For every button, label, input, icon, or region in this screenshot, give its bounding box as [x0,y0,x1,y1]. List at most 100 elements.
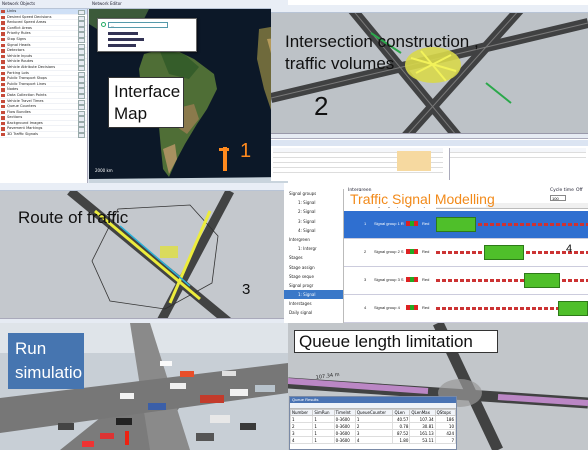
signal-row[interactable]: 3 Signal group 3 S Red [344,267,588,295]
green-phase-bar[interactable] [524,273,560,288]
table-cell: 40.57 [392,415,411,423]
table-cell: 10 [434,422,457,430]
panel-number-3: 3 [242,281,251,298]
green-phase-bar[interactable] [558,301,588,316]
table-row[interactable]: 2 1 0-3600 2 0.78 30.81 10 [289,422,457,430]
tree-item[interactable]: 1: Signal [284,290,343,300]
signal-row-name: Signal group 3 S [374,277,404,282]
signal-row-no: 4 [364,305,367,310]
caption-line-1: Run [15,339,47,358]
table-cell: 1 [312,429,335,437]
attribute-lists [271,133,588,181]
red-label: Red [422,305,430,310]
tree-item[interactable]: Interstages [284,299,343,308]
tree-item[interactable]: 3: Signal [284,217,343,226]
tree-item[interactable]: Stage seque [284,272,343,281]
table-cell: 1 [312,415,335,423]
table-cell: 0-3600 [333,436,356,444]
caption-run-simulation: Run simulatio [15,337,82,385]
tree-item[interactable]: 2: Signal [284,207,343,216]
signal-row-name: Signal group 4 [374,305,400,310]
table-cell: 1 [289,415,314,423]
panel-signal-modelling: Signal groups 1: Signal 2: Signal 3: Signal… [284,183,588,323]
panel-intersection-construction: Intersection construction , traffic volu… [271,5,588,181]
queue-results-window: Queue Results Number SimRun TimeInt QueueCo… [289,396,457,450]
table-cell: 30.81 [409,422,436,430]
network-view[interactable]: Intersection construction , traffic volu… [271,5,588,157]
table-cell: 4 [354,436,394,444]
signal-row-no: 2 [364,249,367,254]
signal-row-no: 3 [364,277,367,282]
table-cell: 1 [312,422,335,430]
cycle-time-label: Cycle time [550,188,574,193]
queue-results-table[interactable]: Number SimRun TimeInt QueueCounter QLen QLenM… [289,409,457,444]
signal-sequence-icon [406,221,418,226]
red-label: Red [422,277,430,282]
table-cell: 3 [354,429,394,437]
window-title-network-objects: Network Objects [2,1,36,6]
table-cell: 1 [354,415,394,423]
search-result-2[interactable] [108,37,144,42]
caption-line-2: traffic volumes [285,54,395,73]
tree-item[interactable]: 1: Intergr [284,244,343,253]
caption-line-2: simulatio [15,363,83,382]
window-title-network-editor: Network Editor [92,1,122,6]
detail-list[interactable] [449,148,586,180]
toolbar [271,5,588,18]
caption-line-1: Intersection construction , [285,32,479,51]
tree-item[interactable]: Signal groups [284,189,343,198]
caption-route-of-traffic: Route of traffic [18,208,129,227]
tree-item[interactable]: Signal progr [284,281,343,290]
signal-row[interactable]: 2 Signal group 2 S Red [344,239,588,267]
table-cell: 4 [289,436,314,444]
search-result-1[interactable] [108,31,138,36]
search-icon [101,22,106,27]
table-cell: 1.80 [392,436,411,444]
tree-item[interactable]: Stage assign [284,263,343,272]
tree-item[interactable]: Daily signal [284,308,343,317]
network-objects-sidebar: Links Desired Speed Decisions Reduced Spee… [0,9,88,185]
caption-queue-length: Queue length limitation [294,330,498,353]
cycle-time-input[interactable]: 100 [550,195,566,201]
table-cell: 0-3600 [333,429,356,437]
green-phase-bar[interactable] [436,217,476,232]
red-label: Red [422,221,430,226]
table-row[interactable]: 1 1 0-3600 1 40.57 107.34 186 [289,415,457,423]
sidebar-item[interactable]: 3D Traffic Signals [0,132,87,139]
caption-interface-map: Interface Map [108,77,184,128]
map-scale: 2000 km [95,168,113,173]
off-label: Off [576,188,583,193]
search-popup: ... [97,18,197,52]
table-row[interactable]: 4 1 0-3600 4 1.80 53.11 7 [289,436,457,444]
tree-item[interactable]: Intergreen [284,235,343,244]
signal-row[interactable]: 1 Signal group 1 R Red [344,211,588,239]
caption-intersection: Intersection construction , traffic volu… [285,31,479,75]
table-cell: 53.11 [409,436,436,444]
panel-route-of-traffic: Route of traffic 3 [0,183,284,323]
table-cell: 3 [289,429,314,437]
panel-number-2: 2 [314,91,329,121]
panel-number-4: 4 [566,243,573,255]
table-cell: 186 [434,415,457,423]
panel-queue-length: 107.34 m Queue length limitation Queue R… [288,323,588,450]
tree-item[interactable]: Stages [284,253,343,262]
signal-row-name: Signal group 1 R [374,221,404,226]
tree-item[interactable]: 1: Signal [284,198,343,207]
caption-line-2: Map [114,104,148,123]
tree-item[interactable]: 4: Signal [284,226,343,235]
table-cell: 1 [312,436,335,444]
search-result-3[interactable] [108,43,136,48]
table-cell: 424 [434,429,457,437]
caption-line-1: Interface [114,82,181,101]
signal-row[interactable]: 4 Signal group 4 Red [344,295,588,323]
table-row[interactable]: 3 1 0-3600 3 87.52 161.13 424 [289,429,457,437]
table-cell: 7 [434,436,457,444]
signal-row-no: 1 [364,221,367,226]
signal-sequence-icon [406,249,418,254]
search-input[interactable]: ... [108,22,168,28]
table-cell: 2 [289,422,314,430]
signal-sequence-icon [406,305,418,310]
green-phase-bar[interactable] [484,245,524,260]
table-cell: 0-3600 [333,415,356,423]
panel-interface-map: Network Objects Network Editor Links Desi… [0,0,288,185]
